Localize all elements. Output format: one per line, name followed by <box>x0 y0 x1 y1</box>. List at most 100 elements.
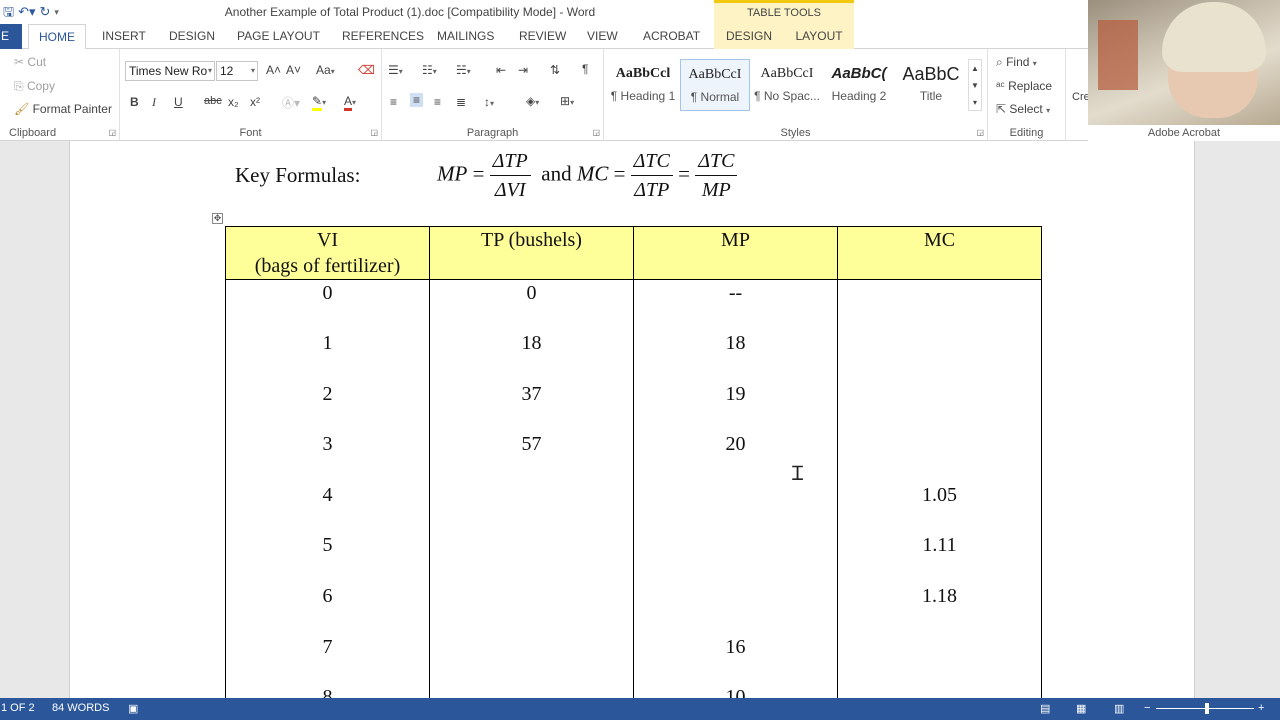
borders-icon[interactable]: ⊞▾ <box>560 94 574 108</box>
print-layout-icon[interactable]: ▦ <box>1076 702 1086 715</box>
table-cell[interactable] <box>837 684 1042 698</box>
copy-button[interactable]: ⎘ Copy <box>14 79 55 94</box>
page-count[interactable]: 1 OF 2 <box>1 702 35 714</box>
tab-review[interactable]: REVIEW <box>519 24 566 49</box>
table-cell[interactable] <box>429 684 634 698</box>
table-cell[interactable] <box>633 532 838 584</box>
tab-page-layout[interactable]: PAGE LAYOUT <box>237 24 320 49</box>
tab-file[interactable]: E <box>0 24 22 49</box>
tab-design[interactable]: DESIGN <box>169 24 215 49</box>
cut-button[interactable]: ✂ Cut <box>14 55 46 69</box>
table-cell[interactable]: 19 <box>633 380 838 432</box>
shrink-font-button[interactable]: A˅ <box>286 63 301 77</box>
table-cell[interactable]: 0 <box>225 279 430 331</box>
table-move-handle-icon[interactable]: ✥ <box>212 213 223 224</box>
read-mode-icon[interactable]: ▤ <box>1040 702 1050 715</box>
tab-table-design[interactable]: DESIGN <box>714 24 784 49</box>
styles-gallery-scroll[interactable]: ▲ ▼ ▾ <box>968 59 982 111</box>
table-cell[interactable]: 7 <box>225 633 430 685</box>
tab-acrobat[interactable]: ACROBAT <box>643 24 700 49</box>
word-count[interactable]: 84 WORDS <box>52 702 109 714</box>
table-cell[interactable]: 4 <box>225 481 430 533</box>
zoom-out-icon[interactable]: − <box>1144 702 1150 714</box>
multilevel-list-icon[interactable]: ☵▾ <box>456 63 471 77</box>
table-cell[interactable]: 1.11 <box>837 532 1042 584</box>
header-mc[interactable]: MC <box>837 226 1042 280</box>
increase-indent-icon[interactable]: ⇥ <box>518 63 528 77</box>
font-color-icon[interactable]: A▾ <box>344 94 356 111</box>
find-button[interactable]: ⌕ Find ▾ <box>996 55 1037 70</box>
table-cell[interactable] <box>429 583 634 634</box>
bullets-icon[interactable]: ☰▾ <box>388 63 403 77</box>
underline-button[interactable]: U <box>174 95 183 109</box>
proofing-icon[interactable]: ▣ <box>128 702 138 715</box>
tab-view[interactable]: VIEW <box>587 24 618 49</box>
table-cell[interactable]: 18 <box>429 330 634 381</box>
replace-button[interactable]: ᵃᶜ Replace <box>996 79 1052 93</box>
sort-icon[interactable]: ⇅ <box>550 63 560 77</box>
select-button[interactable]: ⇱ Select ▾ <box>996 102 1050 116</box>
table-cell[interactable]: 37 <box>429 380 634 432</box>
table-cell[interactable] <box>837 431 1042 482</box>
table-cell[interactable]: 20 <box>633 431 838 482</box>
table-cell[interactable] <box>837 279 1042 331</box>
style-heading-1[interactable]: AaBbCcl ¶ Heading 1 <box>608 59 678 111</box>
align-right-icon[interactable]: ≡ <box>434 95 441 109</box>
table-cell[interactable] <box>633 481 838 533</box>
table-cell[interactable]: 0 <box>429 279 634 331</box>
table-cell[interactable] <box>429 633 634 685</box>
italic-button[interactable]: I <box>152 95 156 110</box>
table-cell[interactable] <box>837 633 1042 685</box>
document-page[interactable]: Key Formulas: MP = ΔTP ΔVI and MC = ΔTC ΔT… <box>69 141 1195 698</box>
table-cell[interactable] <box>429 481 634 533</box>
table-cell[interactable] <box>633 583 838 634</box>
show-formatting-button[interactable]: ¶ <box>582 62 588 76</box>
subscript-button[interactable]: x₂ <box>228 95 239 109</box>
font-size-select[interactable]: 12 ▾ <box>216 61 258 81</box>
table-cell[interactable]: 3 <box>225 431 430 482</box>
header-tp[interactable]: TP (bushels) <box>429 226 634 280</box>
table-cell[interactable]: 5 <box>225 532 430 584</box>
table-cell[interactable] <box>837 330 1042 381</box>
change-case-button[interactable]: Aa▾ <box>316 63 335 77</box>
header-mp[interactable]: MP <box>633 226 838 280</box>
table-cell[interactable]: 1.18 <box>837 583 1042 634</box>
justify-icon[interactable]: ≣ <box>456 95 466 109</box>
table-cell[interactable]: 8 <box>225 684 430 698</box>
table-cell[interactable] <box>837 380 1042 432</box>
font-family-select[interactable]: Times New Ro ▾ <box>125 61 215 81</box>
tab-table-layout[interactable]: LAYOUT <box>784 24 854 49</box>
tab-home[interactable]: HOME <box>28 24 86 50</box>
style-heading-2[interactable]: AaBbC( Heading 2 <box>824 59 894 111</box>
style-normal[interactable]: AaBbCcI ¶ Normal <box>680 59 750 111</box>
numbering-icon[interactable]: ☷▾ <box>422 63 437 77</box>
table-cell[interactable]: 1.05 <box>837 481 1042 533</box>
paragraph-launcher-icon[interactable]: ◲ <box>592 128 600 137</box>
header-vi[interactable]: VI (bags of fertilizer) <box>225 226 430 280</box>
format-painter-button[interactable]: 🖌 Format Painter <box>14 102 112 116</box>
table-cell[interactable]: 16 <box>633 633 838 685</box>
clipboard-launcher-icon[interactable]: ◲ <box>108 128 116 137</box>
bold-button[interactable]: B <box>130 95 139 109</box>
table-cell[interactable]: 10 <box>633 684 838 698</box>
table-cell[interactable] <box>429 532 634 584</box>
superscript-button[interactable]: x² <box>250 95 260 109</box>
strikethrough-button[interactable]: abc <box>204 95 222 107</box>
styles-launcher-icon[interactable]: ◲ <box>976 128 984 137</box>
tab-insert[interactable]: INSERT <box>102 24 146 49</box>
decrease-indent-icon[interactable]: ⇤ <box>496 63 506 77</box>
table-cell[interactable]: 57 <box>429 431 634 482</box>
web-layout-icon[interactable]: ▥ <box>1114 702 1124 715</box>
zoom-in-icon[interactable]: + <box>1258 702 1264 714</box>
table-cell[interactable]: 2 <box>225 380 430 432</box>
table-cell[interactable]: 18 <box>633 330 838 381</box>
tab-references[interactable]: REFERENCES <box>342 24 424 49</box>
align-center-icon[interactable]: ≡ <box>410 93 424 107</box>
tab-mailings[interactable]: MAILINGS <box>437 24 494 49</box>
text-effects-icon[interactable]: Ⓐ▾ <box>282 94 300 111</box>
table-cell[interactable]: 1 <box>225 330 430 381</box>
clear-formatting-icon[interactable]: ⌫ <box>358 63 375 77</box>
zoom-slider-thumb[interactable] <box>1205 703 1209 714</box>
font-launcher-icon[interactable]: ◲ <box>370 128 378 137</box>
align-left-icon[interactable]: ≡ <box>390 95 397 109</box>
